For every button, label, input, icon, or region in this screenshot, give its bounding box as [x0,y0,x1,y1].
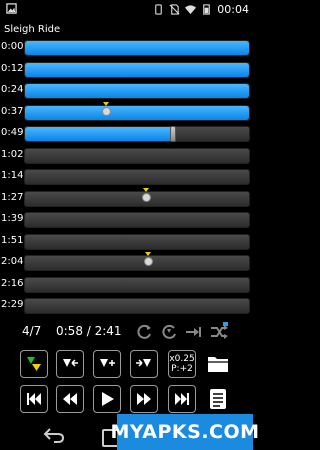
section-list: 0:00 0:12 0:24 0:37 0:49 1:02 1:14 1:27 1:39 1:51… [0,38,253,318]
skip-to-end-icon[interactable] [184,322,204,342]
section-time: 2:16 [1,277,24,289]
playback-position: 0:58 / 2:41 [56,324,122,338]
section-row[interactable]: 2:04 [0,252,253,275]
watermark: MYAPKS.COM [110,414,259,450]
pitch-value: P:+2 [171,364,193,374]
status-bar: 00:04 [0,0,253,18]
play-button[interactable] [93,385,121,413]
section-progress-bar[interactable] [24,212,250,228]
section-progress-bar[interactable] [24,233,250,250]
battery-icon [203,3,211,15]
section-row[interactable]: 1:14 [0,167,253,189]
section-row[interactable]: 0:24 [0,81,253,103]
add-marker-button[interactable] [93,350,121,378]
marker-left-icon [63,359,78,367]
section-time: 0:12 [1,62,24,74]
section-row[interactable]: 1:51 [0,232,253,254]
section-row[interactable]: 1:27 [0,187,253,211]
section-time: 0:00 [1,41,24,52]
section-progress-bar[interactable] [24,40,250,56]
section-progress-bar[interactable] [24,187,250,207]
section-time: 0:24 [1,84,24,95]
vibrate-icon [155,3,163,15]
section-row[interactable]: 2:29 [0,296,253,318]
progress-fill [25,41,249,55]
section-time: 1:14 [1,170,24,181]
section-time: 1:27 [1,191,24,203]
section-progress-bar[interactable] [24,83,250,99]
skip-previous-icon [27,393,41,405]
wifi-icon [185,4,197,14]
rewind-button[interactable] [56,385,84,413]
loop-marker[interactable] [101,100,111,120]
section-row[interactable]: 0:37 [0,101,253,125]
playlist-icon[interactable] [206,387,230,411]
section-time: 2:04 [1,256,24,267]
section-row[interactable]: 0:49 [0,124,253,146]
playhead-handle[interactable] [169,126,176,142]
shuffle-icon[interactable] [209,322,229,342]
image-notification-icon [6,3,17,14]
back-icon[interactable] [42,426,66,444]
speed-value: x0.25 [169,354,195,364]
track-count: 4/7 [22,324,42,338]
section-time: 2:29 [1,299,24,310]
skip-next-icon [175,393,189,405]
section-progress-bar[interactable] [24,126,250,142]
speed-pitch-button[interactable]: x0.25 P:+2 [168,350,196,378]
next-track-button[interactable] [168,385,196,413]
ab-loop-icon[interactable] [159,322,179,342]
previous-track-button[interactable] [20,385,48,413]
section-progress-bar[interactable] [24,252,250,271]
section-progress-bar[interactable] [24,276,250,293]
section-progress-bar[interactable] [24,169,250,185]
progress-fill [25,127,173,141]
loop-marker[interactable] [141,186,151,206]
section-progress-bar[interactable] [24,298,250,314]
marker-add-icon [100,359,115,367]
marker-right-button[interactable] [130,350,158,378]
progress-fill [25,105,249,120]
section-row[interactable]: 0:00 [0,38,253,60]
section-time: 1:51 [1,234,24,246]
section-row[interactable]: 0:12 [0,60,253,82]
marker-down-icon [27,357,41,371]
fast-forward-icon [137,393,151,405]
rewind-icon [63,393,77,405]
progress-fill [25,62,249,77]
set-loop-marker-button[interactable] [20,350,48,378]
section-row[interactable]: 1:02 [0,146,253,168]
section-time: 1:39 [1,213,24,224]
marker-left-button[interactable] [56,350,84,378]
section-row[interactable]: 2:16 [0,275,253,297]
folder-icon[interactable] [206,352,230,376]
section-row[interactable]: 1:39 [0,210,253,232]
song-title: Sleigh Ride [4,24,61,35]
section-time: 1:02 [1,148,24,160]
fast-forward-button[interactable] [130,385,158,413]
loop-marker[interactable] [143,250,154,270]
no-sim-icon [169,3,180,15]
progress-fill [25,84,249,98]
repeat-icon[interactable] [134,322,154,342]
marker-right-icon [136,359,151,367]
section-time: 0:49 [1,127,24,138]
section-progress-bar[interactable] [24,101,250,121]
section-progress-bar[interactable] [24,147,250,164]
play-icon [102,392,114,406]
status-time: 00:04 [217,2,249,16]
section-progress-bar[interactable] [24,61,250,78]
playback-info: 4/7 0:58 / 2:41 [0,322,253,344]
section-time: 0:37 [1,105,24,117]
